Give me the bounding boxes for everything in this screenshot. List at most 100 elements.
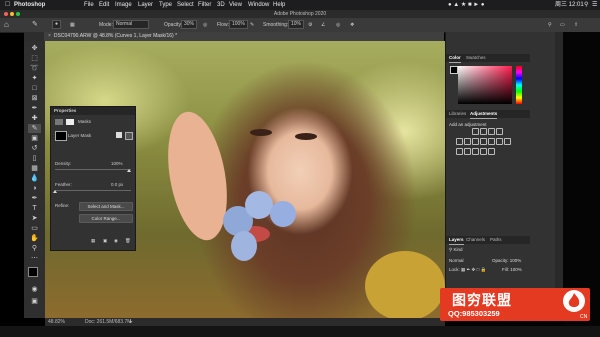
menu-list-icon[interactable]: ☰: [592, 0, 597, 10]
marquee-tool-icon[interactable]: ⬚: [28, 54, 41, 63]
channel-mixer-adjust-icon[interactable]: [496, 138, 503, 145]
tab-paths[interactable]: Paths: [490, 236, 502, 244]
tab-swatches[interactable]: Swatches: [466, 54, 486, 62]
airbrush-icon[interactable]: ✎: [250, 18, 254, 32]
eyedropper-tool-icon[interactable]: ✒: [28, 104, 41, 113]
select-pixel-mask-icon[interactable]: [116, 132, 122, 138]
frame-tool-icon[interactable]: ⊠: [28, 94, 41, 103]
move-tool-icon[interactable]: ✥: [28, 44, 41, 53]
curves-adjust-icon[interactable]: [488, 128, 495, 135]
opacity-field[interactable]: 30%: [181, 18, 198, 32]
menu-help[interactable]: Help: [273, 0, 285, 10]
status-menu-icon[interactable]: ▸: [130, 318, 133, 326]
lasso-tool-icon[interactable]: ➰: [28, 64, 41, 73]
workspace-icon[interactable]: ▭: [560, 18, 565, 32]
menu-edit[interactable]: Edit: [99, 0, 109, 10]
quick-mask-icon[interactable]: ◉: [28, 285, 41, 294]
minimize-window-icon[interactable]: [10, 12, 14, 16]
color-lookup-adjust-icon[interactable]: [504, 138, 511, 145]
lock-controls[interactable]: Lock: ▦ ✒ ✥ □ 🔒: [449, 267, 486, 273]
document-tab[interactable]: × DSC04790.ARW @ 48.8% (Curves 1, Layer M…: [44, 32, 444, 41]
kind-filter[interactable]: ⚲ Kind: [449, 247, 463, 253]
layer-opacity[interactable]: Opacity: 100%: [492, 258, 521, 263]
shape-tool-icon[interactable]: ▭: [28, 224, 41, 233]
zoom-window-icon[interactable]: [16, 12, 20, 16]
vector-mask-icon[interactable]: [66, 119, 74, 125]
close-window-icon[interactable]: [4, 12, 8, 16]
search-icon[interactable]: ⚲: [584, 0, 588, 10]
zoom-tool-icon[interactable]: ⚲: [28, 244, 41, 253]
menu-app-name[interactable]: Photoshop: [14, 0, 45, 10]
density-slider-knob[interactable]: [127, 169, 131, 172]
layer-fill[interactable]: Fill: 100%: [502, 267, 522, 272]
dodge-tool-icon[interactable]: ◑: [28, 184, 41, 193]
vibrance-adjust-icon[interactable]: [456, 138, 463, 145]
color-range-button[interactable]: Color Range...: [79, 214, 133, 223]
foreground-color-swatch[interactable]: [28, 267, 38, 277]
history-brush-icon[interactable]: ↺: [28, 144, 41, 153]
pixel-mask-icon[interactable]: [55, 119, 63, 125]
tab-channels[interactable]: Channels: [466, 236, 485, 244]
collapsed-panel-strip[interactable]: [555, 32, 563, 318]
blur-tool-icon[interactable]: 💧: [28, 174, 41, 183]
color-picker-field[interactable]: [458, 66, 512, 104]
menu-layer[interactable]: Layer: [138, 0, 153, 10]
levels-adjust-icon[interactable]: [480, 128, 487, 135]
home-icon[interactable]: ⌂: [4, 18, 9, 32]
color-fg-swatch[interactable]: [450, 66, 458, 74]
smoothing-field[interactable]: 10%: [288, 18, 305, 32]
healing-tool-icon[interactable]: ✚: [28, 114, 41, 123]
density-slider-track[interactable]: [55, 169, 131, 170]
share-icon[interactable]: ⇧: [574, 18, 578, 32]
zoom-level[interactable]: 48.82%: [48, 318, 65, 326]
symmetry-icon[interactable]: ❖: [350, 18, 354, 32]
path-select-tool-icon[interactable]: ➤: [28, 214, 41, 223]
photo-filter-adjust-icon[interactable]: [488, 138, 495, 145]
hue-slider[interactable]: [516, 66, 522, 104]
angle-icon[interactable]: ∠: [321, 18, 325, 32]
stamp-tool-icon[interactable]: ▣: [28, 134, 41, 143]
add-vector-mask-icon[interactable]: [125, 132, 133, 140]
hand-tool-icon[interactable]: ✋: [28, 234, 41, 243]
menu-type[interactable]: Type: [159, 0, 172, 10]
eraser-tool-icon[interactable]: ▯: [28, 154, 41, 163]
feather-slider-knob[interactable]: [53, 190, 57, 193]
brush-tool-icon-active[interactable]: ✎: [28, 124, 41, 133]
visibility-icon[interactable]: ◉: [114, 238, 118, 244]
gradient-map-adjust-icon[interactable]: [480, 148, 487, 155]
tab-libraries[interactable]: Libraries: [449, 110, 466, 118]
black-white-adjust-icon[interactable]: [480, 138, 487, 145]
tab-color[interactable]: Color: [449, 54, 461, 63]
type-tool-icon[interactable]: T: [28, 204, 41, 213]
select-and-mask-button[interactable]: Select and Mask...: [79, 202, 133, 211]
load-selection-icon[interactable]: ▦: [91, 238, 95, 244]
menu-file[interactable]: File: [84, 0, 94, 10]
pen-tool-icon[interactable]: ✒: [28, 194, 41, 203]
more-tools-icon[interactable]: ⋯: [28, 254, 41, 263]
selective-color-adjust-icon[interactable]: [488, 148, 495, 155]
screen-mode-icon[interactable]: ▣: [28, 297, 41, 306]
apply-mask-icon[interactable]: ▣: [103, 238, 107, 244]
menu-filter[interactable]: Filter: [198, 0, 211, 10]
tab-adjustments[interactable]: Adjustments: [470, 110, 498, 119]
threshold-adjust-icon[interactable]: [472, 148, 479, 155]
brush-size-field[interactable]: ●: [52, 18, 62, 32]
menu-3d[interactable]: 3D: [217, 0, 225, 10]
tab-layers[interactable]: Layers: [449, 236, 464, 245]
invert-adjust-icon[interactable]: [456, 148, 463, 155]
crop-tool-icon[interactable]: □: [28, 84, 41, 93]
feather-value[interactable]: 0.0 px: [111, 182, 123, 187]
brightness-adjust-icon[interactable]: [472, 128, 479, 135]
flow-field[interactable]: 100%: [229, 18, 248, 32]
brush-tool-icon[interactable]: ✎: [32, 18, 38, 32]
delete-mask-icon[interactable]: 🗑: [125, 238, 131, 244]
feather-slider-track[interactable]: [55, 190, 131, 191]
color-balance-adjust-icon[interactable]: [472, 138, 479, 145]
search-tool-icon[interactable]: ⚲: [548, 18, 552, 32]
density-value[interactable]: 100%: [111, 161, 123, 166]
pressure-opacity-icon[interactable]: ◎: [203, 18, 207, 32]
menu-view[interactable]: View: [229, 0, 242, 10]
posterize-adjust-icon[interactable]: [464, 148, 471, 155]
close-tab-icon[interactable]: ×: [48, 33, 51, 39]
smoothing-options-icon[interactable]: ⚙: [308, 18, 312, 32]
